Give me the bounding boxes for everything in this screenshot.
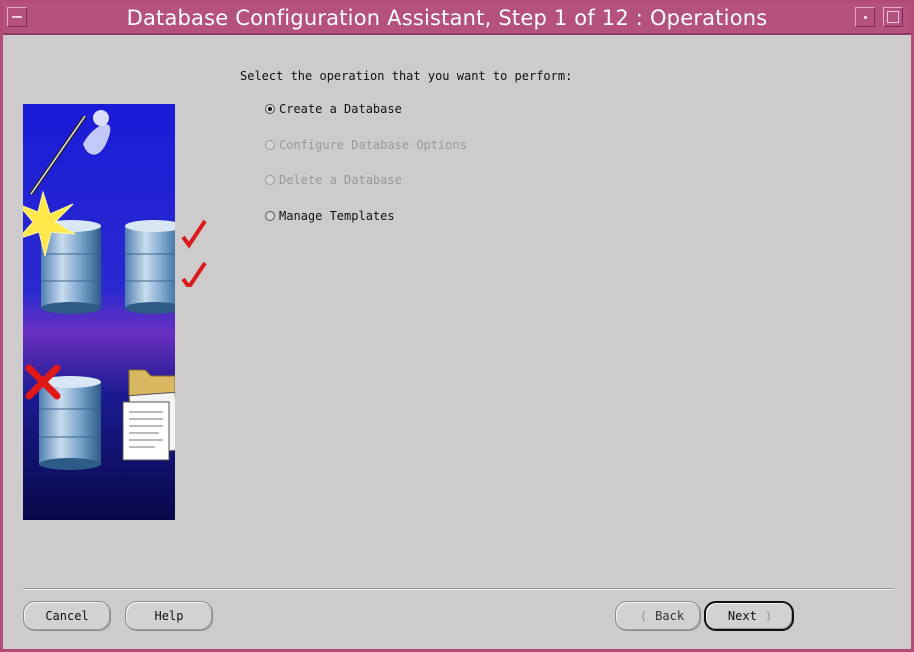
next-button[interactable]: Next ⟩ [704, 601, 794, 631]
window-title: Database Configuration Assistant, Step 1… [126, 6, 768, 30]
radio-label: Create a Database [279, 102, 402, 116]
help-button-label: Help [154, 609, 184, 623]
operation-prompt: Select the operation that you want to pe… [240, 69, 573, 83]
chevron-left-icon: ⟨ [639, 609, 648, 623]
window-menu-button[interactable] [7, 7, 27, 27]
radio-button-disabled [265, 175, 275, 185]
next-button-label: Next [727, 609, 757, 623]
cancel-button-label: Cancel [45, 609, 89, 623]
wizard-illustration [23, 104, 175, 520]
maximize-button[interactable] [883, 7, 903, 27]
title-bar[interactable]: Database Configuration Assistant, Step 1… [3, 3, 911, 35]
back-button[interactable]: ⟨ Back [615, 601, 701, 631]
back-button-label: Back [655, 609, 685, 623]
radio-label: Configure Database Options [279, 138, 467, 152]
radio-button-disabled [265, 140, 275, 150]
checkmark-icon [181, 219, 207, 287]
radio-create-database[interactable]: Create a Database [265, 100, 402, 118]
radio-button[interactable] [265, 211, 275, 221]
radio-label: Delete a Database [279, 173, 402, 187]
cancel-button[interactable]: Cancel [23, 601, 111, 631]
radio-manage-templates[interactable]: Manage Templates [265, 207, 395, 225]
radio-button-selected[interactable] [265, 104, 275, 114]
chevron-right-icon: ⟩ [764, 609, 773, 623]
button-separator [23, 588, 893, 590]
radio-delete-database: Delete a Database [265, 171, 402, 189]
radio-label: Manage Templates [279, 209, 395, 223]
dbca-window: Database Configuration Assistant, Step 1… [0, 0, 914, 652]
radio-configure-database-options: Configure Database Options [265, 136, 467, 154]
help-button[interactable]: Help [125, 601, 213, 631]
minimize-button[interactable] [855, 7, 875, 27]
